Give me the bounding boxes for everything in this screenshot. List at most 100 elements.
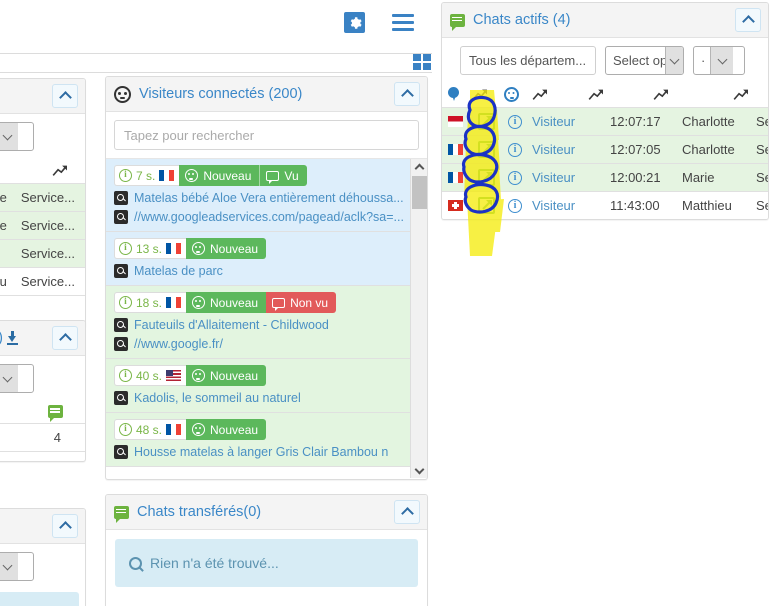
visitor-seconds: 18 s. — [136, 295, 163, 310]
sort-trend-icon[interactable] — [52, 164, 69, 177]
info-icon[interactable]: i — [508, 198, 522, 213]
chevron-down-icon[interactable] — [0, 123, 19, 150]
visitor-page-line[interactable]: Kadolis, le sommeil au naturel — [114, 391, 419, 405]
department: Service... — [20, 190, 75, 205]
department-filter-value: Tous les départem... — [469, 53, 587, 68]
panel-header: (2) — [0, 321, 85, 356]
chevron-down-icon[interactable] — [0, 365, 19, 392]
sort-trend-icon[interactable] — [653, 88, 670, 101]
scrollbar-thumb[interactable] — [412, 176, 427, 209]
sort-trend-icon[interactable] — [733, 88, 750, 101]
scroll-down-arrow-icon[interactable] — [411, 462, 427, 478]
face-icon[interactable] — [504, 87, 519, 102]
visitor-name[interactable]: Visiteur — [532, 170, 610, 185]
collapse-toggle[interactable] — [394, 500, 420, 524]
sort-trend-icon[interactable] — [588, 88, 605, 101]
info-icon[interactable]: i — [508, 142, 522, 157]
layout-grid-icon[interactable] — [413, 54, 431, 72]
extra-select[interactable]: · — [0, 364, 34, 393]
visitor-page-line[interactable]: Matelas de parc — [114, 264, 419, 278]
visitor-search-input[interactable] — [114, 120, 419, 150]
visitor-page-line[interactable]: Housse matelas à langer Gris Clair Bambo… — [114, 445, 419, 459]
list-item[interactable]: i 18 s. Nouveau Non vu Fauteuils d'Allai… — [106, 286, 427, 359]
metric-cell: 4 — [0, 424, 85, 452]
visitor-name[interactable]: Visiteur — [532, 142, 610, 157]
open-external-icon[interactable] — [478, 113, 495, 130]
department: Service... — [756, 170, 768, 185]
column-header-row — [0, 400, 85, 424]
visitor-referrer-line[interactable]: //www.google.fr/ — [114, 337, 419, 351]
list-item[interactable]: i 13 s. Nouveau Matelas de parc — [106, 232, 427, 286]
collapse-toggle[interactable] — [735, 8, 761, 32]
visitor-status-new[interactable]: Nouveau — [186, 292, 267, 313]
table-row[interactable]: i Visiteur 12:07:17 Charlotte Service... — [442, 108, 768, 136]
open-chat-cell[interactable] — [478, 113, 508, 130]
open-chat-cell[interactable] — [478, 197, 508, 214]
open-external-icon[interactable] — [478, 169, 495, 186]
extra-select[interactable]: · — [693, 46, 745, 75]
table-row[interactable]: u Service... — [0, 268, 85, 296]
scroll-up-arrow-icon[interactable] — [411, 159, 427, 175]
info-icon[interactable]: i — [508, 170, 522, 185]
info-icon[interactable]: i — [508, 114, 522, 129]
extra-select[interactable]: · — [0, 552, 34, 581]
download-icon[interactable] — [6, 331, 19, 345]
visitor-name[interactable]: Visiteur — [532, 114, 610, 129]
visitor-status-unseen[interactable]: Non vu — [266, 292, 337, 313]
department-filter[interactable]: Tous les départem... — [460, 46, 596, 75]
info-icon[interactable]: i — [119, 242, 132, 255]
location-pin-icon[interactable] — [448, 87, 459, 102]
table-row[interactable]: Service... — [0, 240, 85, 268]
visitor-page-title: Kadolis, le sommeil au naturel — [134, 391, 301, 405]
operator-select[interactable]: Select ope — [605, 46, 684, 75]
list-item[interactable]: i 7 s. Nouveau Vu Matelas bébé Aloe Vera… — [106, 159, 427, 232]
info-cell[interactable]: i — [508, 198, 532, 213]
info-cell[interactable]: i — [508, 170, 532, 185]
visitor-page-line[interactable]: Fauteuils d'Allaitement - Childwood — [114, 318, 419, 332]
search-icon — [114, 210, 128, 224]
sort-trend-icon[interactable] — [532, 88, 549, 101]
info-cell[interactable]: i — [508, 142, 532, 157]
chevron-up-icon — [58, 333, 72, 346]
table-row[interactable]: tte Service... — [0, 212, 85, 240]
chevron-down-icon[interactable] — [665, 47, 683, 74]
visitor-time-badge: i 48 s. — [114, 419, 187, 440]
visitor-status-new[interactable]: Nouveau — [186, 419, 267, 440]
panel-title: Visiteurs connectés (200) — [139, 86, 303, 102]
open-chat-cell[interactable] — [478, 169, 508, 186]
collapse-toggle[interactable] — [52, 514, 78, 538]
info-icon[interactable]: i — [119, 423, 132, 436]
info-icon[interactable]: i — [119, 169, 132, 182]
visitor-status-seen[interactable]: Vu — [259, 165, 307, 186]
table-row[interactable]: i Visiteur 12:07:05 Charlotte Service... — [442, 136, 768, 164]
info-icon[interactable]: i — [119, 369, 132, 382]
extra-select[interactable]: · — [0, 122, 34, 151]
table-row[interactable]: i Visiteur 12:00:21 Marie Service... — [442, 164, 768, 192]
table-row[interactable]: i Visiteur 11:43:00 Matthieu Service... — [442, 192, 768, 219]
department: Service... — [756, 198, 768, 213]
hamburger-menu-icon[interactable] — [392, 14, 414, 35]
collapse-toggle[interactable] — [52, 84, 78, 108]
list-item[interactable]: i 40 s. Nouveau Kadolis, le sommeil au n… — [106, 359, 427, 413]
visitor-status-new[interactable]: Nouveau — [186, 365, 267, 386]
open-chat-cell[interactable] — [478, 141, 508, 158]
list-item[interactable]: i 48 s. Nouveau Housse matelas à langer … — [106, 413, 427, 467]
info-icon[interactable]: i — [119, 296, 132, 309]
gear-icon[interactable] — [344, 12, 365, 33]
visitor-status-new[interactable]: Nouveau — [179, 165, 260, 186]
visitor-status-new[interactable]: Nouveau — [186, 238, 267, 259]
sort-trend-icon[interactable] — [472, 88, 489, 101]
collapse-toggle[interactable] — [52, 326, 78, 350]
info-cell[interactable]: i — [508, 114, 532, 129]
open-external-icon[interactable] — [478, 141, 495, 158]
chevron-down-icon[interactable] — [0, 553, 19, 580]
open-external-icon[interactable] — [478, 197, 495, 214]
visitor-list-scrollbar[interactable] — [410, 159, 427, 478]
visitor-name[interactable]: Visiteur — [532, 198, 610, 213]
chevron-down-icon[interactable] — [710, 47, 734, 74]
face-icon — [114, 85, 131, 103]
collapse-toggle[interactable] — [394, 82, 420, 106]
visitor-referrer-line[interactable]: //www.googleadservices.com/pagead/aclk?s… — [114, 210, 419, 224]
visitor-page-line[interactable]: Matelas bébé Aloe Vera entièrement déhou… — [114, 191, 419, 205]
table-row[interactable]: tte Service... — [0, 184, 85, 212]
